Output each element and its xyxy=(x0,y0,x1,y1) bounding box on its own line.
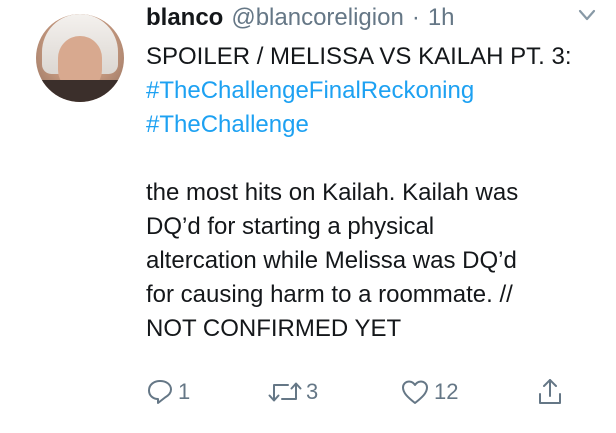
tweet-text-line: for causing harm to a roommate. // xyxy=(146,281,513,308)
tweet-text: SPOILER / MELISSA VS KAILAH PT. 3: #TheC… xyxy=(146,40,606,346)
tweet-text-line: NOT CONFIRMED YET xyxy=(146,315,402,342)
tweet-header: blanco @blancoreligion · 1h xyxy=(146,4,455,32)
hashtag-link[interactable]: #TheChallengeFinalReckoning xyxy=(146,77,474,104)
hashtag-link[interactable]: #TheChallenge xyxy=(146,111,309,138)
chevron-down-icon[interactable] xyxy=(578,8,596,22)
display-name[interactable]: blanco xyxy=(146,4,223,32)
tweet-card[interactable]: blanco @blancoreligion · 1h SPOILER / ME… xyxy=(0,0,616,433)
avatar[interactable] xyxy=(36,14,124,102)
share-button[interactable] xyxy=(536,377,564,407)
tweet-text-line: SPOILER / MELISSA VS KAILAH PT. 3: xyxy=(146,43,572,70)
reply-count: 1 xyxy=(178,379,191,404)
retweet-count: 3 xyxy=(306,379,319,404)
heart-icon xyxy=(402,380,428,404)
retweet-icon xyxy=(268,382,302,402)
avatar-shoulder xyxy=(36,80,124,102)
tweet-text-line: DQ’d for starting a physical xyxy=(146,213,435,240)
retweet-button[interactable]: 3 xyxy=(268,378,318,406)
like-button[interactable]: 12 xyxy=(400,378,458,406)
tweet-text-line: the most hits on Kailah. Kailah was xyxy=(146,179,519,206)
tweet-text-line: altercation while Melissa was DQ’d xyxy=(146,247,517,274)
tweet-actions: 1 3 12 xyxy=(146,372,576,412)
timestamp[interactable]: 1h xyxy=(428,4,455,32)
user-handle[interactable]: @blancoreligion xyxy=(231,4,403,32)
reply-button[interactable]: 1 xyxy=(146,378,190,406)
share-icon xyxy=(539,379,561,404)
separator-dot: · xyxy=(411,4,420,31)
reply-icon xyxy=(148,380,172,404)
like-count: 12 xyxy=(434,379,459,404)
